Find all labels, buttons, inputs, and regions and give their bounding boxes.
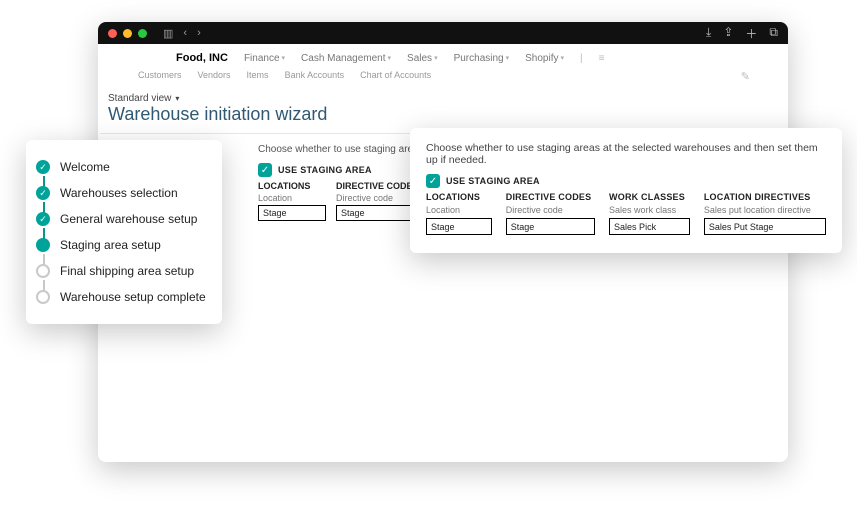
col-header: LOCATIONS: [258, 181, 326, 191]
detail-intro: Choose whether to use staging areas at t…: [426, 142, 826, 166]
location-input[interactable]: Stage: [426, 218, 492, 235]
staging-detail-card: Choose whether to use staging areas at t…: [410, 128, 842, 253]
top-nav: Food, INC Finance▾ Cash Management▾ Sale…: [98, 44, 788, 66]
check-icon: ✓: [36, 212, 50, 226]
nav-sales[interactable]: Sales▾: [407, 53, 438, 64]
col-subheader: Location: [426, 205, 492, 215]
col-header: WORK CLASSES: [609, 192, 690, 202]
chevron-down-icon: ▾: [506, 54, 510, 62]
chevron-down-icon: ▾: [388, 54, 392, 62]
check-icon: ✓: [36, 186, 50, 200]
col-work-classes: WORK CLASSES Sales work class Sales Pick: [609, 192, 690, 235]
titlebar: ▥ ‹ › ⤓ ⇪ ＋ ⧉: [98, 22, 788, 44]
directive-code-input[interactable]: Stage: [506, 218, 595, 235]
current-step-icon: [36, 238, 50, 252]
wizard-stepper: ✓ Welcome ✓ Warehouses selection ✓ Gener…: [26, 140, 222, 324]
pending-step-icon: [36, 264, 50, 278]
share-icon[interactable]: ⇪: [723, 25, 733, 42]
col-subheader: Sales put location directive: [704, 205, 826, 215]
nav-divider: |: [580, 53, 583, 64]
minimize-window-button[interactable]: [123, 29, 132, 38]
use-staging-checkbox[interactable]: ✓: [258, 163, 272, 177]
chevron-down-icon: ▾: [560, 54, 564, 62]
col-locations: LOCATIONS Location Stage: [426, 192, 492, 235]
step-welcome[interactable]: ✓ Welcome: [36, 154, 210, 180]
col-header: LOCATION DIRECTIVES: [704, 192, 826, 202]
view-label: Standard view: [108, 93, 171, 104]
step-general-warehouse-setup[interactable]: ✓ General warehouse setup: [36, 206, 210, 232]
use-staging-label: USE STAGING AREA: [278, 165, 372, 175]
check-icon: ✓: [36, 160, 50, 174]
step-final-shipping-area-setup[interactable]: Final shipping area setup: [36, 258, 210, 284]
subnav-items[interactable]: Items: [247, 70, 269, 83]
sales-work-class-input[interactable]: Sales Pick: [609, 218, 690, 235]
nav-shopify[interactable]: Shopify▾: [525, 53, 564, 64]
subnav-bank-accounts[interactable]: Bank Accounts: [285, 70, 345, 83]
col-subheader: Location: [258, 193, 326, 203]
download-icon[interactable]: ⤓: [706, 25, 711, 42]
col-location-directives: LOCATION DIRECTIVES Sales put location d…: [704, 192, 826, 235]
forward-icon[interactable]: ›: [197, 27, 201, 39]
chevron-down-icon: ▾: [282, 54, 286, 62]
pending-step-icon: [36, 290, 50, 304]
nav-more-icon[interactable]: ≡: [599, 53, 605, 64]
chevron-down-icon: ▾: [434, 54, 438, 62]
sub-nav: Customers Vendors Items Bank Accounts Ch…: [98, 66, 788, 89]
use-staging-label: USE STAGING AREA: [446, 176, 540, 186]
col-subheader: Directive code: [506, 205, 595, 215]
step-warehouse-setup-complete[interactable]: Warehouse setup complete: [36, 284, 210, 310]
col-locations: LOCATIONS Location Stage: [258, 181, 326, 221]
subnav-vendors[interactable]: Vendors: [198, 70, 231, 83]
sidebar-toggle-icon[interactable]: ▥: [163, 27, 173, 40]
view-selector[interactable]: Standard view ▾: [98, 89, 788, 104]
col-subheader: Sales work class: [609, 205, 690, 215]
new-tab-icon[interactable]: ＋: [745, 25, 757, 42]
step-warehouses-selection[interactable]: ✓ Warehouses selection: [36, 180, 210, 206]
chevron-down-icon: ▾: [175, 94, 179, 103]
sales-put-directive-input[interactable]: Sales Put Stage: [704, 218, 826, 235]
col-header: DIRECTIVE CODES: [506, 192, 595, 202]
use-staging-checkbox[interactable]: ✓: [426, 174, 440, 188]
location-input[interactable]: Stage: [258, 205, 326, 221]
step-staging-area-setup[interactable]: Staging area setup: [36, 232, 210, 258]
col-header: LOCATIONS: [426, 192, 492, 202]
window-controls: [108, 29, 147, 38]
back-icon[interactable]: ‹: [183, 27, 187, 39]
subnav-chart-of-accounts[interactable]: Chart of Accounts: [360, 70, 431, 83]
nav-finance[interactable]: Finance▾: [244, 53, 285, 64]
zoom-window-button[interactable]: [138, 29, 147, 38]
nav-purchasing[interactable]: Purchasing▾: [454, 53, 510, 64]
subnav-customers[interactable]: Customers: [138, 70, 182, 83]
tabs-overview-icon[interactable]: ⧉: [769, 25, 778, 42]
edit-pencil-icon[interactable]: ✎: [741, 70, 760, 83]
close-window-button[interactable]: [108, 29, 117, 38]
brand-name[interactable]: Food, INC: [176, 52, 228, 64]
nav-cash-management[interactable]: Cash Management▾: [301, 53, 391, 64]
col-directive-codes: DIRECTIVE CODES Directive code Stage: [506, 192, 595, 235]
